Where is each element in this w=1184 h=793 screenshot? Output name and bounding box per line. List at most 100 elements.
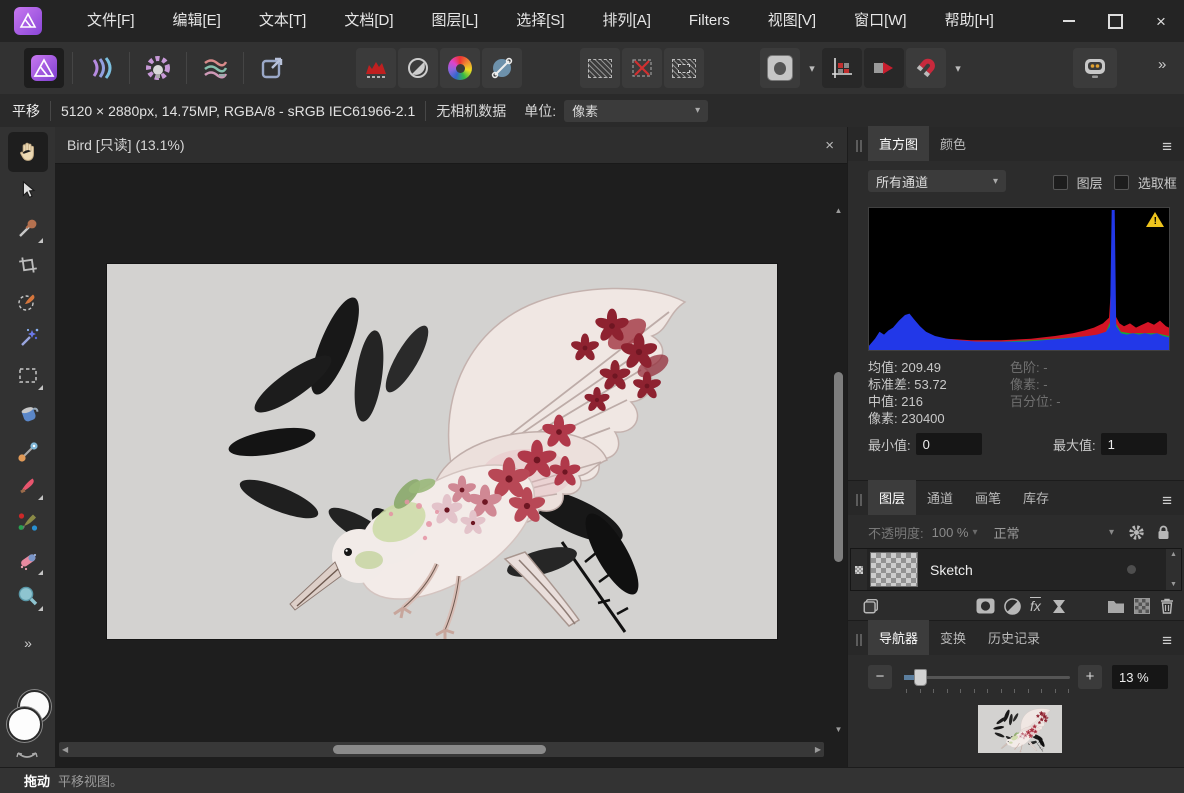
panel-menu-icon[interactable]: ≡ xyxy=(1162,632,1172,649)
move-tool[interactable] xyxy=(8,170,48,210)
group-layers-folder-icon[interactable] xyxy=(1107,599,1125,614)
export-persona-button[interactable] xyxy=(252,48,292,88)
scroll-left-icon[interactable]: ◀ xyxy=(62,742,68,757)
auto-contrast-button[interactable] xyxy=(398,48,438,88)
snapping-magnet-button[interactable] xyxy=(906,48,946,88)
blend-options-gear-icon[interactable] xyxy=(1128,524,1145,541)
tab-brushes[interactable]: 画笔 xyxy=(964,480,1012,515)
panel-grip[interactable] xyxy=(856,634,864,646)
rectangular-marquee-tool[interactable] xyxy=(8,355,48,395)
transform-origin-button[interactable] xyxy=(822,48,862,88)
menu-filters[interactable]: Filters xyxy=(670,0,749,42)
menu-layer[interactable]: 图层[L] xyxy=(413,0,498,42)
liquify-persona-button[interactable] xyxy=(81,48,121,88)
layer-row[interactable]: Sketch ▲ ▼ xyxy=(850,548,1182,591)
menu-text[interactable]: 文本[T] xyxy=(240,0,326,42)
navigator-thumbnail[interactable] xyxy=(978,705,1062,753)
horizontal-scrollbar[interactable]: ◀ ▶ xyxy=(59,742,824,757)
blend-chevron-icon[interactable]: ▾ xyxy=(1109,527,1114,538)
stroke-colour-well[interactable] xyxy=(7,707,42,742)
layer-visibility-dot[interactable] xyxy=(1127,565,1136,574)
panel-menu-icon[interactable]: ≡ xyxy=(1162,138,1172,155)
opacity-value[interactable]: 100 % xyxy=(932,525,969,540)
channel-select[interactable]: 所有通道 ▾ xyxy=(868,170,1006,192)
toolbar-overflow-button[interactable]: » xyxy=(1158,56,1166,73)
unit-select[interactable]: 像素 ▾ xyxy=(564,100,708,122)
paint-brush-tool[interactable] xyxy=(8,465,48,505)
scroll-up-icon[interactable]: ▲ xyxy=(831,204,846,218)
horizontal-scroll-thumb[interactable] xyxy=(333,745,546,754)
quick-mask-dropdown[interactable]: ▾ xyxy=(802,48,822,88)
scroll-up-icon[interactable]: ▲ xyxy=(1166,551,1181,558)
assistant-button[interactable] xyxy=(1073,48,1117,88)
tone-mapping-persona-button[interactable] xyxy=(195,48,235,88)
vertical-scroll-thumb[interactable] xyxy=(834,372,843,562)
pixel-alignment-button[interactable] xyxy=(864,48,904,88)
auto-levels-button[interactable] xyxy=(356,48,396,88)
tab-stock[interactable]: 库存 xyxy=(1012,480,1060,515)
menu-document[interactable]: 文档[D] xyxy=(325,0,412,42)
add-pixel-layer-icon[interactable] xyxy=(1134,598,1150,614)
adjustment-icon[interactable] xyxy=(1004,598,1021,615)
eraser-tool[interactable] xyxy=(8,540,48,580)
tab-channels[interactable]: 通道 xyxy=(916,480,964,515)
scroll-down-icon[interactable]: ▼ xyxy=(1166,581,1181,588)
flood-select-tool[interactable] xyxy=(8,318,48,358)
select-all-button[interactable] xyxy=(580,48,620,88)
scroll-down-icon[interactable]: ▼ xyxy=(831,723,846,737)
tab-navigator[interactable]: 导航器 xyxy=(868,620,929,655)
zoom-in-button[interactable]: + xyxy=(1078,665,1102,689)
tab-history[interactable]: 历史记录 xyxy=(977,620,1051,655)
mask-layer-icon[interactable] xyxy=(976,598,995,614)
snapping-dropdown[interactable]: ▾ xyxy=(948,48,968,88)
document-tab[interactable]: Bird [只读] (13.1%) xyxy=(67,127,184,164)
photo-persona-button[interactable] xyxy=(24,48,64,88)
menu-arrange[interactable]: 排列[A] xyxy=(584,0,670,42)
blend-mode-value[interactable]: 正常 xyxy=(994,523,1020,542)
live-filter-icon[interactable] xyxy=(1052,599,1066,614)
edit-all-layers-toggle[interactable] xyxy=(851,549,867,590)
colour-picker-tool[interactable] xyxy=(8,208,48,248)
layer-thumbnail[interactable] xyxy=(870,552,918,587)
blur-tool[interactable] xyxy=(8,576,48,616)
chevron-down-icon[interactable]: ▾ xyxy=(973,527,978,538)
panel-grip[interactable] xyxy=(856,140,864,152)
minimize-button[interactable] xyxy=(1046,0,1092,42)
selection-brush-tool[interactable] xyxy=(8,281,48,321)
tab-layers[interactable]: 图层 xyxy=(868,480,916,515)
zoom-slider-thumb[interactable] xyxy=(914,669,927,686)
duplicate-layers-icon[interactable] xyxy=(862,597,880,615)
zoom-value-input[interactable]: 13 % xyxy=(1112,665,1168,689)
layer-effects-fx-icon[interactable]: fx xyxy=(1030,598,1041,614)
layer-name[interactable]: Sketch xyxy=(930,562,973,578)
zoom-slider-track[interactable] xyxy=(904,676,1070,679)
layer-list-scrollbar[interactable]: ▲ ▼ xyxy=(1166,549,1181,590)
delete-layer-trash-icon[interactable] xyxy=(1160,598,1174,614)
tab-histogram[interactable]: 直方图 xyxy=(868,126,929,161)
marquee-checkbox[interactable] xyxy=(1114,175,1129,190)
tab-colour[interactable]: 颜色 xyxy=(929,126,977,161)
max-input[interactable]: 1 xyxy=(1101,433,1167,455)
flood-fill-tool[interactable] xyxy=(8,392,48,432)
crop-tool[interactable] xyxy=(8,245,48,285)
menu-window[interactable]: 窗口[W] xyxy=(835,0,926,42)
develop-persona-button[interactable] xyxy=(138,48,178,88)
maximize-button[interactable] xyxy=(1092,0,1138,42)
lock-icon[interactable] xyxy=(1157,525,1170,540)
colour-wells[interactable] xyxy=(6,690,50,742)
deselect-button[interactable] xyxy=(622,48,662,88)
menu-edit[interactable]: 编辑[E] xyxy=(154,0,240,42)
auto-white-balance-button[interactable] xyxy=(482,48,522,88)
min-input[interactable]: 0 xyxy=(916,433,982,455)
menu-file[interactable]: 文件[F] xyxy=(68,0,154,42)
tab-transform[interactable]: 变换 xyxy=(929,620,977,655)
tab-close-icon[interactable]: × xyxy=(825,127,834,164)
canvas-viewport[interactable]: ▲ ▼ ◀ ▶ xyxy=(55,164,848,768)
invert-selection-button[interactable] xyxy=(664,48,704,88)
scroll-right-icon[interactable]: ▶ xyxy=(815,742,821,757)
more-tools-button[interactable]: » xyxy=(8,628,48,658)
panel-grip[interactable] xyxy=(856,494,864,506)
colour-replacement-brush-tool[interactable] xyxy=(8,502,48,542)
document-canvas[interactable] xyxy=(107,264,777,639)
view-tool[interactable] xyxy=(8,132,48,172)
